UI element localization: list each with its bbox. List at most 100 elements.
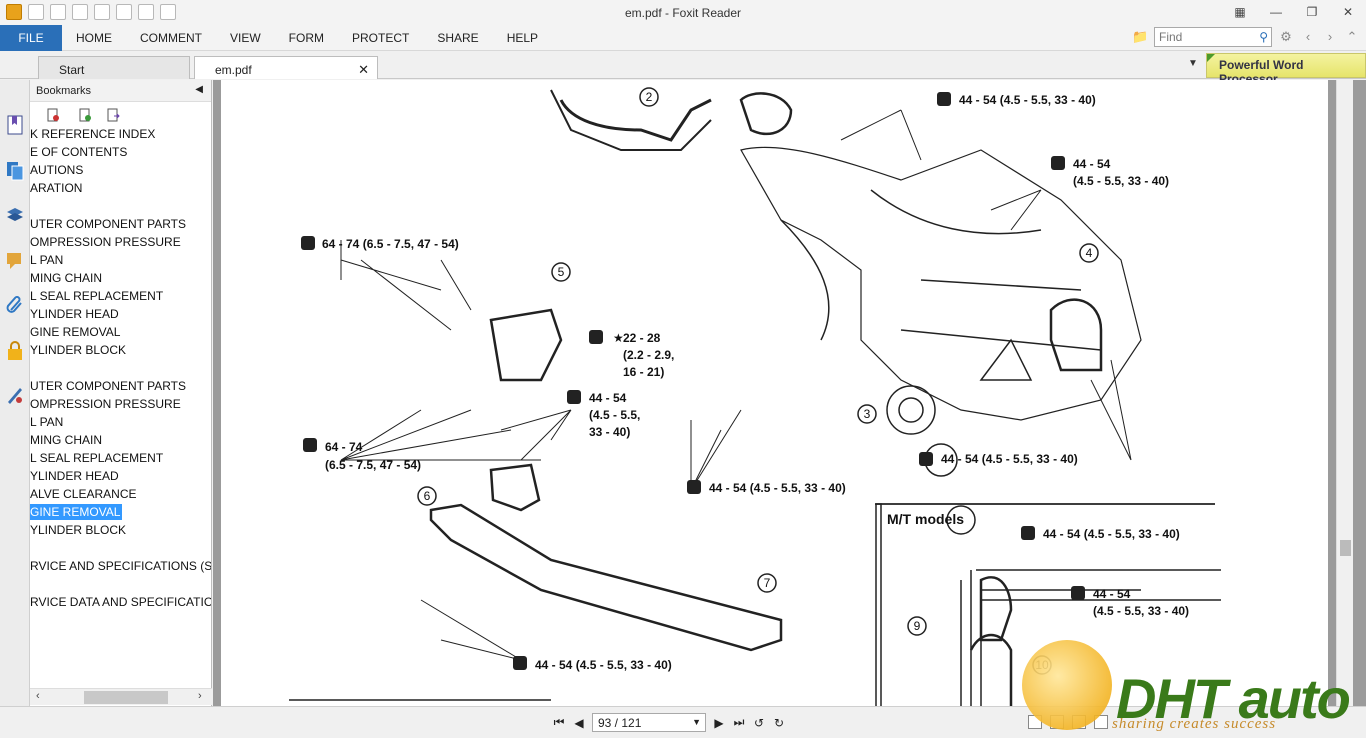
minimize-button[interactable]: — [1258, 0, 1294, 24]
collapse-panel-icon[interactable]: ◀ [195, 84, 203, 95]
prev-result-icon[interactable]: ‹ [1300, 29, 1316, 45]
bookmark-item[interactable]: K REFERENCE INDEX [30, 126, 155, 142]
menu-view[interactable]: VIEW [216, 25, 275, 51]
pages-panel-icon[interactable] [5, 160, 25, 182]
security-panel-icon[interactable] [5, 340, 25, 362]
page-navigation: ⏮ ◀ 93 / 121 ▼ ▶ ⏭ ↺ ↻ [552, 713, 786, 732]
promo-banner[interactable]: Powerful Word Processor [1206, 53, 1366, 86]
layers-panel-icon[interactable] [5, 204, 25, 226]
callout-5: 5 [558, 265, 565, 279]
bookmark-item[interactable]: YLINDER HEAD [30, 468, 119, 484]
callout-3: 3 [864, 407, 871, 421]
page-dropdown-icon[interactable]: ▼ [692, 717, 701, 727]
bookmark-item[interactable]: L SEAL REPLACEMENT [30, 288, 163, 304]
bookmark-item[interactable]: YLINDER BLOCK [30, 342, 126, 358]
bookmarks-toolbar [30, 102, 211, 128]
torque-label-4c: 16 - 21) [623, 365, 664, 379]
next-page-icon[interactable]: ▶ [712, 716, 726, 730]
comments-panel-icon[interactable] [5, 250, 25, 272]
torque-label-3: 64 - 74 (6.5 - 7.5, 47 - 54) [322, 237, 459, 251]
bookmark-item[interactable]: UTER COMPONENT PARTS [30, 216, 186, 232]
bookmark-item[interactable]: ALVE CLEARANCE [30, 486, 136, 502]
torque-label-4b: (2.2 - 2.9, [623, 348, 674, 362]
menu-help[interactable]: HELP [493, 25, 552, 51]
mt-models-title: M/T models [887, 511, 964, 527]
bookmark-item[interactable]: YLINDER BLOCK [30, 522, 126, 538]
menu-home[interactable]: HOME [62, 25, 126, 51]
search-folder-icon[interactable]: 📁 [1132, 29, 1148, 45]
torque-label-2a: 44 - 54 [1073, 157, 1111, 171]
vscroll-thumb[interactable] [1340, 540, 1351, 556]
bookmark-item[interactable]: YLINDER HEAD [30, 306, 119, 322]
bookmark-item[interactable]: AUTIONS [30, 162, 83, 178]
attachments-panel-icon[interactable] [5, 294, 25, 316]
scroll-left-icon[interactable]: ‹ [36, 690, 40, 702]
collapse-ribbon-icon[interactable]: ⌃ [1344, 29, 1360, 45]
delete-bookmark-icon[interactable] [46, 108, 60, 122]
page-number-value: 93 / 121 [598, 716, 642, 730]
signatures-panel-icon[interactable] [5, 384, 25, 406]
torque-label-6a: 64 - 74 [325, 440, 363, 454]
bookmark-item[interactable]: MING CHAIN [30, 270, 102, 286]
bookmark-item[interactable]: L PAN [30, 414, 63, 430]
expand-bookmark-icon[interactable] [106, 108, 120, 122]
bookmark-item[interactable]: L PAN [30, 252, 63, 268]
menu-comment[interactable]: COMMENT [126, 25, 216, 51]
search-icon[interactable]: ⚲ [1259, 30, 1268, 44]
torque-label-11b: (4.5 - 5.5, 33 - 40) [1093, 604, 1189, 618]
bookmark-item[interactable]: UTER COMPONENT PARTS [30, 378, 186, 394]
page-number-input[interactable]: 93 / 121 ▼ [592, 713, 706, 732]
hscroll-thumb[interactable] [84, 691, 168, 704]
callout-6: 6 [424, 489, 431, 503]
bookmark-item[interactable]: RVICE DATA AND SPECIFICATIO [30, 594, 211, 610]
close-button[interactable]: ✕ [1330, 0, 1366, 24]
bookmarks-hscroll[interactable]: ‹ › [30, 688, 212, 705]
title-bar: em.pdf - Foxit Reader ▦ — ❐ ✕ [0, 0, 1366, 25]
window-title: em.pdf - Foxit Reader [624, 6, 742, 20]
torque-label-1: 44 - 54 (4.5 - 5.5, 33 - 40) [959, 93, 1096, 107]
menu-file[interactable]: FILE [0, 25, 62, 51]
find-input[interactable]: Find ⚲ [1154, 27, 1272, 47]
bookmark-item[interactable]: GINE REMOVAL [30, 324, 120, 340]
settings-icon[interactable]: ⚙ [1278, 29, 1294, 45]
menu-form[interactable]: FORM [275, 25, 338, 51]
promo-corner-icon [1207, 54, 1215, 62]
tab-list-dropdown-icon[interactable]: ▼ [1188, 58, 1198, 69]
scroll-right-icon[interactable]: › [198, 690, 202, 702]
tab-bar: Start em.pdf ✕ [0, 51, 1366, 79]
torque-label-5a: 44 - 54 [589, 391, 627, 405]
window-controls: ▦ — ❐ ✕ [1222, 0, 1366, 24]
torque-label-5b: (4.5 - 5.5, [589, 408, 640, 422]
document-vscroll[interactable] [1336, 80, 1353, 706]
menu-protect[interactable]: PROTECT [338, 25, 423, 51]
add-bookmark-icon[interactable] [78, 108, 92, 122]
bookmark-panel-icon[interactable] [5, 114, 25, 136]
tab-document[interactable]: em.pdf ✕ [194, 56, 378, 79]
bookmark-item[interactable]: OMPRESSION PRESSURE [30, 396, 181, 412]
next-result-icon[interactable]: › [1322, 29, 1338, 45]
bookmarks-header: Bookmarks ◀ [30, 80, 211, 102]
bookmark-item[interactable]: RVICE AND SPECIFICATIONS (SI [30, 558, 211, 574]
restore-button[interactable]: ❐ [1294, 0, 1330, 24]
first-page-icon[interactable]: ⏮ [552, 715, 566, 730]
previous-view-icon[interactable]: ↺ [752, 716, 766, 730]
bookmark-item[interactable]: OMPRESSION PRESSURE [30, 234, 181, 250]
callout-4: 4 [1086, 246, 1093, 260]
close-tab-icon[interactable]: ✕ [358, 62, 369, 78]
bookmarks-panel: Bookmarks ◀ K REFERENCE INDEX E OF CONTEN… [30, 80, 212, 706]
document-view[interactable]: 2 4 5 3 6 7 9 10 [213, 80, 1366, 706]
bookmark-item[interactable]: GINE REMOVAL [30, 504, 123, 520]
torque-label-6b: (6.5 - 7.5, 47 - 54) [325, 458, 421, 472]
pdf-page: 2 4 5 3 6 7 9 10 [221, 80, 1328, 706]
bookmark-item[interactable]: L SEAL REPLACEMENT [30, 450, 163, 466]
menu-share[interactable]: SHARE [423, 25, 492, 51]
bookmark-item[interactable]: MING CHAIN [30, 432, 102, 448]
bookmark-item[interactable]: E OF CONTENTS [30, 144, 127, 160]
last-page-icon[interactable]: ⏭ [732, 715, 746, 730]
grid-icon[interactable]: ▦ [1222, 0, 1258, 24]
bookmark-item[interactable]: ARATION [30, 180, 82, 196]
prev-page-icon[interactable]: ◀ [572, 716, 586, 730]
tab-start[interactable]: Start [38, 56, 190, 79]
next-view-icon[interactable]: ↻ [772, 716, 786, 730]
engine-mount-diagram: 2 4 5 3 6 7 9 10 [289, 87, 1221, 706]
